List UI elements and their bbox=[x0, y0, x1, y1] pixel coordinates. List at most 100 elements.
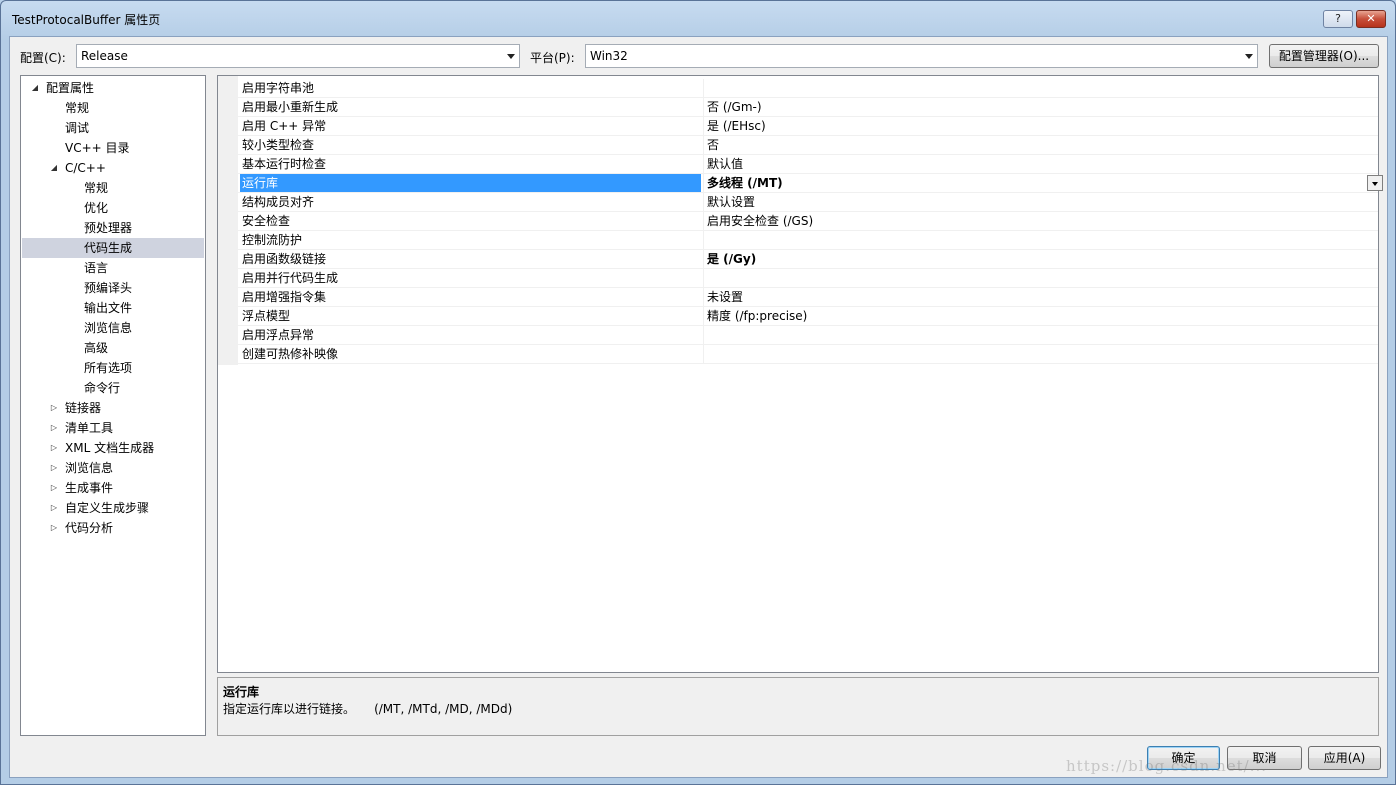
close-button[interactable]: ✕ bbox=[1356, 10, 1386, 28]
tree-item-label: 调试 bbox=[65, 121, 90, 135]
tree-item-label: 常规 bbox=[84, 181, 109, 195]
tree-item-label: 生成事件 bbox=[65, 481, 114, 495]
property-row[interactable]: 浮点模型 精度 (/fp:precise) bbox=[238, 307, 1378, 326]
property-value[interactable]: 多线程 (/MT) bbox=[707, 174, 783, 192]
property-row[interactable]: 安全检查 启用安全检查 (/GS) bbox=[238, 212, 1378, 231]
property-value[interactable]: 精度 (/fp:precise) bbox=[707, 307, 807, 325]
property-row[interactable]: 基本运行时检查 默认值 bbox=[238, 155, 1378, 174]
property-name: 安全检查 bbox=[242, 214, 291, 228]
tree-expanded-icon[interactable]: ◢ bbox=[30, 78, 40, 98]
tree-item-label: 清单工具 bbox=[65, 421, 114, 435]
property-row[interactable]: 启用浮点异常 bbox=[238, 326, 1378, 345]
tree-collapsed-icon[interactable]: ▷ bbox=[49, 418, 59, 438]
tree-item[interactable]: 优化 bbox=[22, 198, 204, 218]
tree-item[interactable]: 常规 bbox=[22, 178, 204, 198]
value-dropdown-icon[interactable] bbox=[1367, 175, 1383, 191]
chevron-down-icon bbox=[1245, 54, 1253, 59]
tree-item-label: 命令行 bbox=[84, 381, 121, 395]
tree-item-label: 预处理器 bbox=[84, 221, 133, 235]
property-row[interactable]: 启用增强指令集 未设置 bbox=[238, 288, 1378, 307]
property-row[interactable]: 启用 C++ 异常 是 (/EHsc) bbox=[238, 117, 1378, 136]
tree-item-label: 常规 bbox=[65, 101, 90, 115]
tree-collapsed-icon[interactable]: ▷ bbox=[49, 398, 59, 418]
tree-item-label: C/C++ bbox=[65, 161, 106, 175]
column-divider bbox=[703, 288, 704, 307]
platform-label: 平台(P): bbox=[530, 51, 575, 65]
tree-item[interactable]: ▷ 代码分析 bbox=[22, 518, 204, 538]
column-divider bbox=[703, 345, 704, 364]
tree-item[interactable]: VC++ 目录 bbox=[22, 138, 204, 158]
property-name: 启用函数级链接 bbox=[242, 252, 327, 266]
tree-item[interactable]: 所有选项 bbox=[22, 358, 204, 378]
property-row[interactable]: 创建可热修补映像 bbox=[238, 345, 1378, 364]
config-combo[interactable]: Release bbox=[76, 44, 520, 68]
tree-item[interactable]: 预处理器 bbox=[22, 218, 204, 238]
tree-item[interactable]: 语言 bbox=[22, 258, 204, 278]
tree-item[interactable]: 代码生成 bbox=[22, 238, 204, 258]
property-name: 基本运行时检查 bbox=[242, 157, 327, 171]
property-value[interactable]: 是 (/EHsc) bbox=[707, 117, 766, 135]
tree-item[interactable]: ◢ 配置属性 bbox=[22, 78, 204, 98]
property-value[interactable]: 否 bbox=[707, 136, 719, 154]
tree-item[interactable]: ▷ 浏览信息 bbox=[22, 458, 204, 478]
platform-combo-value: Win32 bbox=[590, 49, 628, 63]
tree-item[interactable]: ◢ C/C++ bbox=[22, 158, 204, 178]
help-button[interactable]: ? bbox=[1323, 10, 1353, 28]
tree-item[interactable]: ▷ 自定义生成步骤 bbox=[22, 498, 204, 518]
tree-item[interactable]: ▷ XML 文档生成器 bbox=[22, 438, 204, 458]
tree-item-label: 链接器 bbox=[65, 401, 102, 415]
property-name: 较小类型检查 bbox=[242, 138, 315, 152]
property-value[interactable]: 默认设置 bbox=[707, 193, 755, 211]
tree-item[interactable]: 命令行 bbox=[22, 378, 204, 398]
property-grid[interactable]: 启用字符串池 启用最小重新生成 否 (/Gm-) 启用 C++ 异常 是 (/EHsc)… bbox=[217, 75, 1383, 673]
property-value[interactable]: 未设置 bbox=[707, 288, 743, 306]
tree-item-label: 浏览信息 bbox=[84, 321, 133, 335]
property-value[interactable]: 是 (/Gy) bbox=[707, 250, 756, 268]
property-name: 运行库 bbox=[240, 174, 701, 192]
column-divider bbox=[703, 174, 704, 193]
description-panel: 运行库 指定运行库以进行链接。 (/MT, /MTd, /MD, /MDd) bbox=[217, 677, 1379, 736]
tree-item[interactable]: ▷ 清单工具 bbox=[22, 418, 204, 438]
property-value[interactable]: 否 (/Gm-) bbox=[707, 98, 762, 116]
grid-gutter bbox=[218, 76, 238, 365]
properties-dialog: TestProtocalBuffer 属性页 ? ✕ 配置(C): Releas… bbox=[0, 0, 1396, 785]
property-row[interactable]: 启用函数级链接 是 (/Gy) bbox=[238, 250, 1378, 269]
chevron-down-icon bbox=[507, 54, 515, 59]
property-name: 浮点模型 bbox=[242, 309, 291, 323]
property-name: 启用并行代码生成 bbox=[242, 271, 339, 285]
tree-collapsed-icon[interactable]: ▷ bbox=[49, 518, 59, 538]
settings-tree[interactable]: ◢ 配置属性 常规 调试 VC++ 目录 ◢ C/C++ 常规 优化 预处理器 代码生成 语言 预编译头… bbox=[20, 75, 206, 736]
tree-collapsed-icon[interactable]: ▷ bbox=[49, 498, 59, 518]
config-manager-button[interactable]: 配置管理器(O)... bbox=[1269, 44, 1379, 68]
tree-expanded-icon[interactable]: ◢ bbox=[49, 158, 59, 178]
tree-item[interactable]: 预编译头 bbox=[22, 278, 204, 298]
property-row[interactable]: 运行库 多线程 (/MT) bbox=[238, 174, 1383, 193]
property-row[interactable]: 控制流防护 bbox=[238, 231, 1378, 250]
property-value[interactable]: 默认值 bbox=[707, 155, 743, 173]
config-combo-value: Release bbox=[81, 49, 128, 63]
property-row[interactable]: 结构成员对齐 默认设置 bbox=[238, 193, 1378, 212]
tree-item-label: 输出文件 bbox=[84, 301, 133, 315]
tree-collapsed-icon[interactable]: ▷ bbox=[49, 458, 59, 478]
platform-combo[interactable]: Win32 bbox=[585, 44, 1258, 68]
tree-item[interactable]: 输出文件 bbox=[22, 298, 204, 318]
column-divider bbox=[703, 212, 704, 231]
tree-item[interactable]: 常规 bbox=[22, 98, 204, 118]
tree-item[interactable]: ▷ 生成事件 bbox=[22, 478, 204, 498]
tree-collapsed-icon[interactable]: ▷ bbox=[49, 438, 59, 458]
tree-collapsed-icon[interactable]: ▷ bbox=[49, 478, 59, 498]
property-value[interactable]: 启用安全检查 (/GS) bbox=[707, 212, 813, 230]
tree-item-label: 所有选项 bbox=[84, 361, 133, 375]
property-row[interactable]: 启用最小重新生成 否 (/Gm-) bbox=[238, 98, 1378, 117]
tree-item[interactable]: 高级 bbox=[22, 338, 204, 358]
column-divider bbox=[703, 307, 704, 326]
tree-item[interactable]: ▷ 链接器 bbox=[22, 398, 204, 418]
property-row[interactable]: 启用并行代码生成 bbox=[238, 269, 1378, 288]
property-row[interactable]: 较小类型检查 否 bbox=[238, 136, 1378, 155]
property-name: 结构成员对齐 bbox=[242, 195, 315, 209]
property-row[interactable]: 启用字符串池 bbox=[238, 79, 1378, 98]
apply-button[interactable]: 应用(A) bbox=[1308, 746, 1381, 770]
title-bar: TestProtocalBuffer 属性页 ? ✕ bbox=[1, 1, 1395, 37]
tree-item[interactable]: 调试 bbox=[22, 118, 204, 138]
tree-item[interactable]: 浏览信息 bbox=[22, 318, 204, 338]
